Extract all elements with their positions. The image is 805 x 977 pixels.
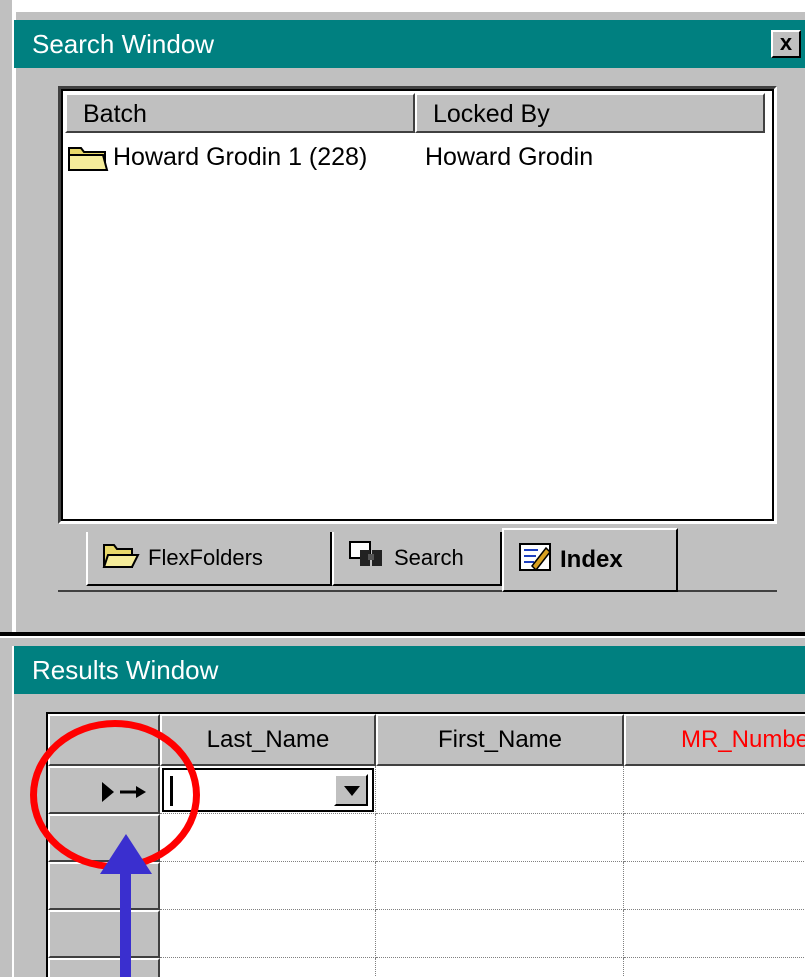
tab-search-label: Search — [394, 545, 464, 570]
annotation-arrow-head — [100, 834, 152, 874]
tab-flexfolders[interactable]: FlexFolders — [86, 532, 332, 586]
table-cell[interactable] — [376, 814, 624, 862]
list-item-batch: Howard Grodin 1 (228) — [113, 142, 368, 171]
table-cell[interactable] — [624, 814, 805, 862]
index-card-icon — [518, 542, 552, 579]
tab-index-label: Index — [560, 546, 623, 573]
window-splitter-bevel — [0, 636, 805, 646]
column-header-locked-by[interactable]: Locked By — [415, 93, 765, 133]
table-cell[interactable] — [160, 958, 376, 977]
table-cell[interactable] — [160, 910, 376, 958]
table-cell[interactable] — [624, 862, 805, 910]
list-header: Batch Locked By — [65, 93, 765, 133]
table-cell[interactable] — [160, 862, 376, 910]
column-header-first-name[interactable]: First_Name — [376, 714, 624, 766]
table-cell[interactable] — [376, 910, 624, 958]
close-button[interactable]: x — [771, 30, 801, 58]
table-cell[interactable] — [624, 958, 805, 977]
row-header[interactable] — [48, 910, 160, 958]
table-cell[interactable] — [376, 958, 624, 977]
column-header-last-name[interactable]: Last_Name — [160, 714, 376, 766]
open-folder-icon — [102, 541, 140, 575]
batch-list-view[interactable]: Batch Locked By Howard Grodin 1 (228) Ho… — [58, 86, 777, 524]
binoculars-icon — [348, 540, 386, 576]
table-cell[interactable] — [376, 862, 624, 910]
tab-search[interactable]: Search — [332, 532, 502, 586]
tab-flexfolders-label: FlexFolders — [148, 545, 263, 570]
table-cell[interactable] — [624, 910, 805, 958]
list-item-locked-by: Howard Grodin — [425, 142, 594, 171]
desktop-top-edge — [0, 0, 805, 12]
column-header-batch[interactable]: Batch — [65, 93, 415, 133]
folder-icon — [67, 142, 109, 172]
search-window-title: Search Window — [32, 29, 215, 59]
search-window-titlebar[interactable]: Search Window x — [14, 20, 805, 68]
dropdown-button[interactable] — [334, 774, 368, 806]
row-header[interactable] — [48, 958, 160, 977]
table-cell[interactable] — [624, 766, 805, 814]
tab-index[interactable]: Index — [502, 528, 678, 592]
desktop-left-edge — [0, 0, 14, 977]
results-window-title: Results Window — [32, 655, 219, 685]
table-cell[interactable] — [376, 766, 624, 814]
annotation-arrow-shaft — [120, 870, 131, 977]
list-item[interactable]: Howard Grodin 1 (228) Howard Grodin — [67, 137, 593, 177]
results-window-titlebar[interactable]: Results Window — [14, 646, 805, 694]
close-icon: x — [779, 30, 793, 55]
column-header-mr-number[interactable]: MR_Number — [624, 714, 805, 766]
